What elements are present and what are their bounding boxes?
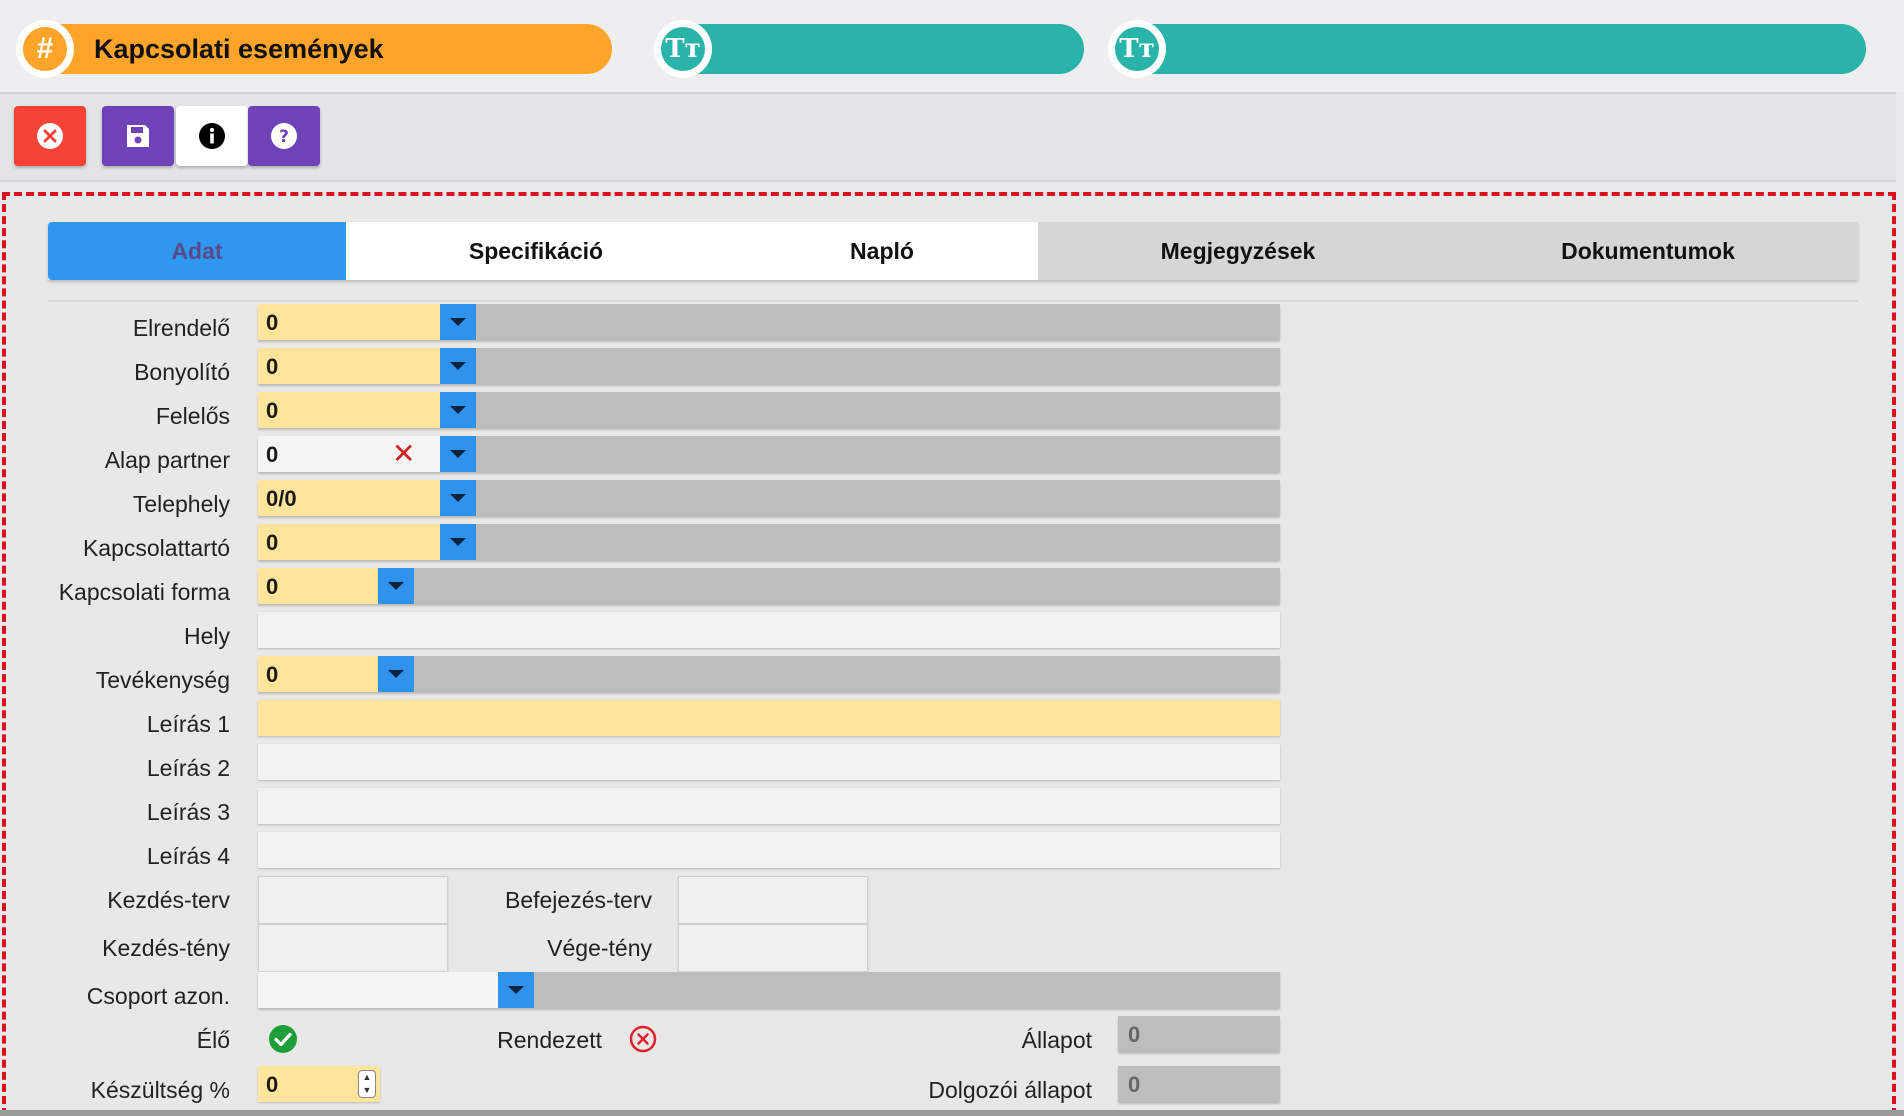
help-icon: ?: [271, 123, 297, 149]
vege-teny-label: Vége-tény: [547, 935, 652, 961]
csoport-azon-dropdown-button[interactable]: [498, 972, 534, 1008]
tabs-divider: [48, 300, 1858, 302]
leiras2-input[interactable]: [258, 744, 1280, 780]
leiras3-label: Leírás 3: [146, 799, 230, 825]
keszultseg-label: Készültség %: [90, 1077, 230, 1103]
alap-partner-dropdown-button[interactable]: [440, 436, 476, 472]
bonyolito-label: Bonyolító: [134, 359, 230, 385]
kapcsolattarto-field: 0: [258, 524, 1280, 560]
kapcsolati-forma-field: 0: [258, 568, 1280, 604]
telephely-dropdown-button[interactable]: [440, 480, 476, 516]
clear-icon[interactable]: ✕: [392, 440, 415, 468]
header-bar: # Kapcsolati események Tт Tт: [0, 0, 1904, 92]
info-tile-1: Tт: [654, 20, 1084, 78]
befejezes-terv-label: Befejezés-terv: [504, 887, 652, 913]
keszultseg-stepper[interactable]: 0 ▲ ▼: [258, 1066, 380, 1102]
kezdes-teny-label: Kezdés-tény: [102, 935, 230, 961]
tevekenyseg-dropdown-button[interactable]: [378, 656, 414, 692]
close-circle-icon[interactable]: [628, 1024, 658, 1054]
leiras4-label: Leírás 4: [146, 843, 230, 869]
close-circle-icon: [37, 123, 63, 149]
hely-label: Hely: [183, 623, 230, 649]
telephely-code[interactable]: 0/0: [258, 480, 440, 516]
tevekenyseg-field: 0: [258, 656, 1280, 692]
help-button[interactable]: ?: [248, 106, 320, 166]
bonyolito-code[interactable]: 0: [258, 348, 440, 384]
csoport-azon-field: [258, 972, 1280, 1008]
kapcsolati-forma-dropdown-button[interactable]: [378, 568, 414, 604]
allapot-label: Állapot: [1021, 1027, 1092, 1053]
check-circle-icon[interactable]: [268, 1024, 298, 1054]
tab-dokumentumok[interactable]: Dokumentumok: [1438, 222, 1858, 280]
save-icon: [127, 125, 149, 147]
kezdes-terv-label: Kezdés-terv: [107, 887, 230, 913]
csoport-azon-code[interactable]: [258, 972, 498, 1008]
elo-label: Élő: [196, 1027, 230, 1053]
alap-partner-label: Alap partner: [104, 447, 230, 473]
csoport-azon-label: Csoport azon.: [86, 983, 230, 1009]
tab-adat[interactable]: Adat: [48, 222, 346, 280]
kezdes-teny-input[interactable]: [258, 924, 448, 972]
kapcsolattarto-code[interactable]: 0: [258, 524, 440, 560]
leiras2-label: Leírás 2: [146, 755, 230, 781]
tab-bar: Adat Specifikáció Napló Megjegyzések Dok…: [48, 222, 1858, 280]
telephely-label: Telephely: [132, 491, 230, 517]
elrendelo-label: Elrendelő: [132, 315, 230, 341]
alap-partner-field: 0 ✕: [258, 436, 1280, 472]
text-size-icon: Tт: [654, 20, 712, 78]
elrendelo-field: 0: [258, 304, 1280, 340]
elrendelo-dropdown-button[interactable]: [440, 304, 476, 340]
text-size-icon: Tт: [1108, 20, 1166, 78]
form-panel: Adat Specifikáció Napló Megjegyzések Dok…: [2, 192, 1896, 1116]
rendezett-label: Rendezett: [497, 1027, 602, 1053]
vege-teny-input[interactable]: [678, 924, 868, 972]
befejezes-terv-input[interactable]: [678, 876, 868, 924]
info-icon: [199, 123, 225, 149]
kapcsolattarto-dropdown-button[interactable]: [440, 524, 476, 560]
info-button[interactable]: [176, 106, 248, 166]
title-pill: # Kapcsolati események: [16, 20, 612, 78]
dolgozoi-allapot-field: 0: [1118, 1066, 1280, 1102]
stepper-arrows-icon[interactable]: ▲ ▼: [358, 1070, 376, 1098]
tab-specifikacio[interactable]: Specifikáció: [346, 222, 726, 280]
bonyolito-field: 0: [258, 348, 1280, 384]
leiras4-input[interactable]: [258, 832, 1280, 868]
felelos-dropdown-button[interactable]: [440, 392, 476, 428]
save-button[interactable]: [102, 106, 174, 166]
felelos-code[interactable]: 0: [258, 392, 440, 428]
hash-icon: #: [16, 20, 74, 78]
elrendelo-code[interactable]: 0: [258, 304, 440, 340]
svg-text:?: ?: [279, 127, 289, 147]
bonyolito-dropdown-button[interactable]: [440, 348, 476, 384]
kezdes-terv-input[interactable]: [258, 876, 448, 924]
tevekenyseg-code[interactable]: 0: [258, 656, 378, 692]
tab-megjegyzesek[interactable]: Megjegyzések: [1038, 222, 1438, 280]
leiras3-input[interactable]: [258, 788, 1280, 824]
keszultseg-value: 0: [266, 1072, 279, 1097]
dolgozoi-allapot-label: Dolgozói állapot: [928, 1077, 1092, 1103]
kapcsolati-forma-code[interactable]: 0: [258, 568, 378, 604]
telephely-field: 0/0: [258, 480, 1280, 516]
kapcsolati-forma-label: Kapcsolati forma: [58, 579, 230, 605]
felelos-field: 0: [258, 392, 1280, 428]
bottom-border: [0, 1110, 1904, 1116]
toolbar: ?: [0, 92, 1896, 182]
felelos-label: Felelős: [155, 403, 230, 429]
leiras1-input[interactable]: [258, 700, 1280, 736]
info-tile-2: Tт: [1108, 20, 1866, 78]
page-title: Kapcsolati események: [94, 33, 384, 64]
tevekenyseg-label: Tevékenység: [95, 667, 230, 693]
hely-input[interactable]: [258, 612, 1280, 648]
leiras1-label: Leírás 1: [146, 711, 230, 737]
close-button[interactable]: [14, 106, 86, 166]
allapot-field: 0: [1118, 1016, 1280, 1052]
kapcsolattarto-label: Kapcsolattartó: [82, 535, 230, 561]
tab-naplo[interactable]: Napló: [726, 222, 1038, 280]
